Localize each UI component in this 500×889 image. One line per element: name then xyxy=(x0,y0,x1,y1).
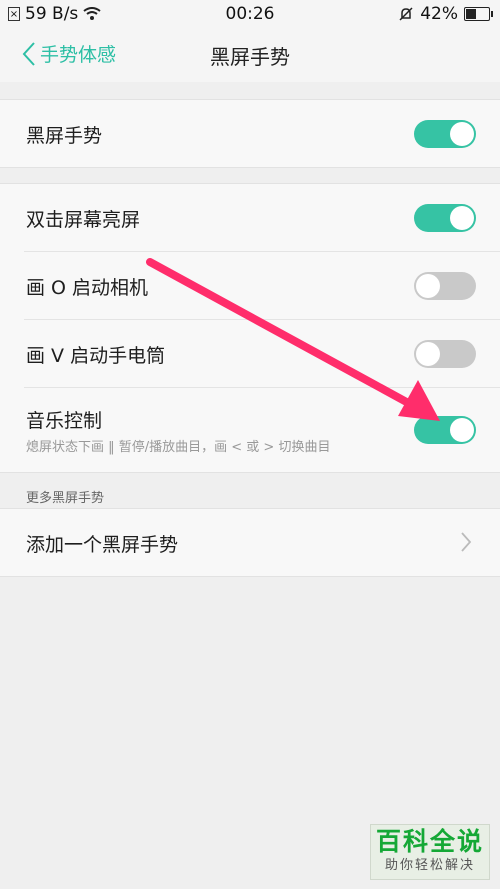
watermark-logo: 百科全说 助你轻松解决 xyxy=(370,824,490,880)
watermark-title: 百科全说 xyxy=(375,827,484,856)
annotation-arrow xyxy=(146,258,440,421)
watermark-subtitle: 助你轻松解决 xyxy=(384,858,475,873)
